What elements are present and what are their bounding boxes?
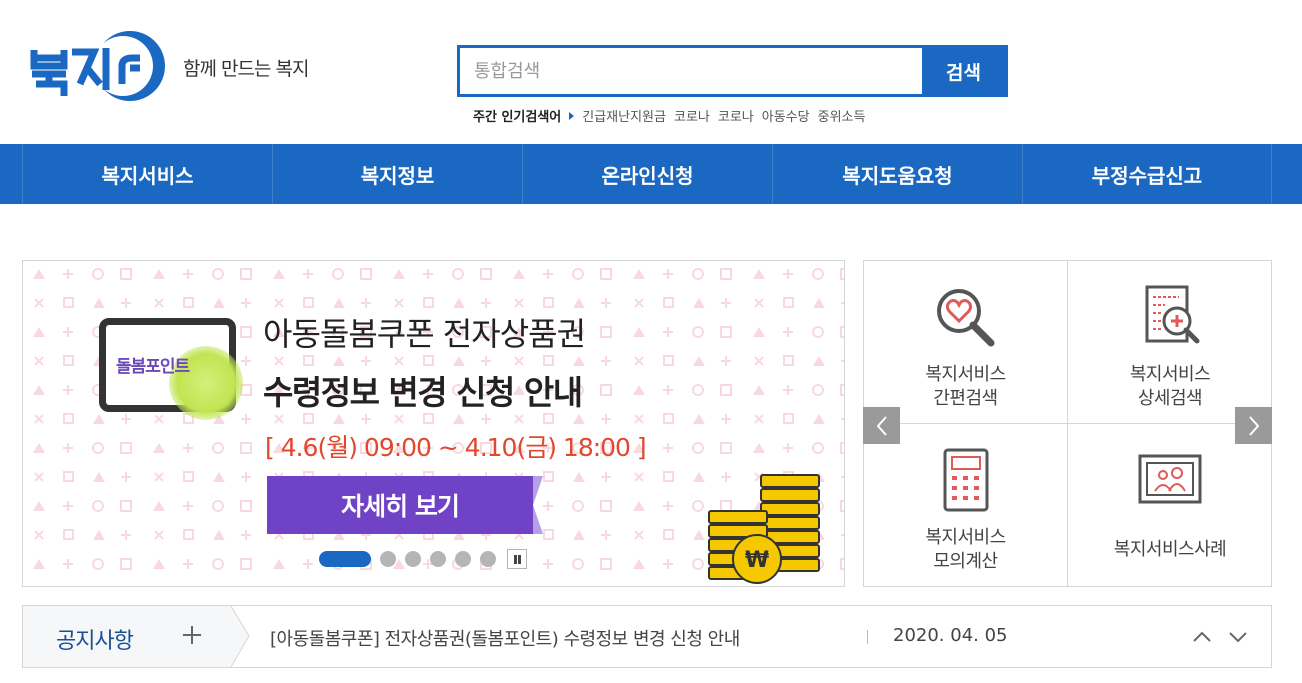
popular-keywords: 주간 인기검색어 긴급재난지원금 코로나 코로나 아동수당 중위소득 [473,106,873,125]
quick-item-label: 복지서비스 간편검색 [925,364,1006,409]
pause-icon[interactable] [507,549,527,569]
notice-date: 2020. 04. 05 [893,625,1008,646]
search-input[interactable] [460,48,922,94]
nav-item-welfare-service[interactable]: 복지서비스 [22,144,272,204]
quick-services: 복지서비스 간편검색 복지서비스 상세검색 복지서비스 모의계산 복지서비스사례 [863,260,1272,587]
quick-next-button[interactable] [1235,407,1272,444]
slide-dot-active[interactable] [319,551,371,567]
svg-text:₩: ₩ [745,548,769,573]
popular-keyword[interactable]: 중위소득 [818,106,866,125]
notice-title: 공지사항 [56,629,134,654]
notice-bar: 공지사항 [아동돌봄쿠폰] 전자상품권(돌봄포인트) 수령정보 변경 신청 안내… [22,605,1272,668]
banner-detail-button[interactable]: 자세히 보기 [267,476,543,534]
coins-icon: ₩ [708,474,820,584]
slide-dot[interactable] [455,551,471,567]
nav-item-fraud-report[interactable]: 부정수급신고 [1022,144,1272,204]
chevron-down-icon[interactable] [1227,626,1249,648]
main-nav: 복지서비스 복지정보 온라인신청 복지도움요청 부정수급신고 [0,144,1302,204]
slide-indicators [319,549,527,569]
heart-magnifier-icon [937,289,995,347]
search-box: 검색 [457,45,1008,97]
banner-subtitle: 수령정보 변경 신청 안내 [263,373,583,412]
quick-item-label: 복지서비스 상세검색 [1129,364,1211,409]
quick-item-mock-calc[interactable]: 복지서비스 모의계산 [864,424,1068,587]
slide-dot[interactable] [405,551,421,567]
chevron-up-icon[interactable] [1191,626,1213,648]
family-picture-icon [1138,454,1202,504]
quick-prev-button[interactable] [863,407,900,444]
slide-dot[interactable] [380,551,396,567]
notice-item-link[interactable]: [아동돌봄쿠폰] 전자상품권(돌봄포인트) 수령정보 변경 신청 안내 [270,625,740,651]
popular-keywords-title: 주간 인기검색어 [473,110,562,125]
popular-keyword[interactable]: 긴급재난지원금 [582,106,666,125]
quick-item-label: 복지서비스사례 [1113,539,1227,560]
chevron-right-icon [1248,415,1259,436]
search-button[interactable]: 검색 [922,48,1005,94]
calculator-icon [943,448,989,512]
document-search-icon [1145,285,1200,344]
popular-keyword[interactable]: 아동수당 [762,106,810,125]
nav-item-welfare-info[interactable]: 복지정보 [272,144,522,204]
nav-item-help-request[interactable]: 복지도움요청 [772,144,1022,204]
quick-item-detail-search[interactable]: 복지서비스 상세검색 [1068,261,1272,424]
logo-tagline: 함께 만드는 복지 [183,58,309,80]
plus-icon[interactable] [181,624,203,646]
slide-dot[interactable] [480,551,496,567]
quick-item-simple-search[interactable]: 복지서비스 간편검색 [864,261,1068,424]
main-banner[interactable]: 돌봄포인트 아동돌봄쿠폰 전자상품권 수령정보 변경 신청 안내 [ 4.6(월… [22,260,845,587]
logo[interactable] [30,28,175,104]
popular-keyword[interactable]: 코로나 [674,106,710,125]
site-header: 함께 만드는 복지 검색 주간 인기검색어 긴급재난지원금 코로나 코로나 아동… [0,0,1302,144]
banner-date-range: [ 4.6(월) 09:00 ~ 4.10(금) 18:00 ] [265,433,647,462]
chevron-divider-icon [231,606,250,667]
notice-header: 공지사항 [23,606,231,667]
divider [867,630,868,644]
quick-item-cases[interactable]: 복지서비스사례 [1068,424,1272,587]
banner-title: 아동돌봄쿠폰 전자상품권 [263,315,586,353]
slide-dot[interactable] [430,551,446,567]
chevron-left-icon [876,415,887,436]
nav-item-online-apply[interactable]: 온라인신청 [522,144,772,204]
arrow-right-icon [569,111,575,120]
quick-item-label: 복지서비스 모의계산 [925,527,1006,572]
popular-keyword[interactable]: 코로나 [718,106,754,125]
coupon-label: 돌봄포인트 [116,357,190,377]
